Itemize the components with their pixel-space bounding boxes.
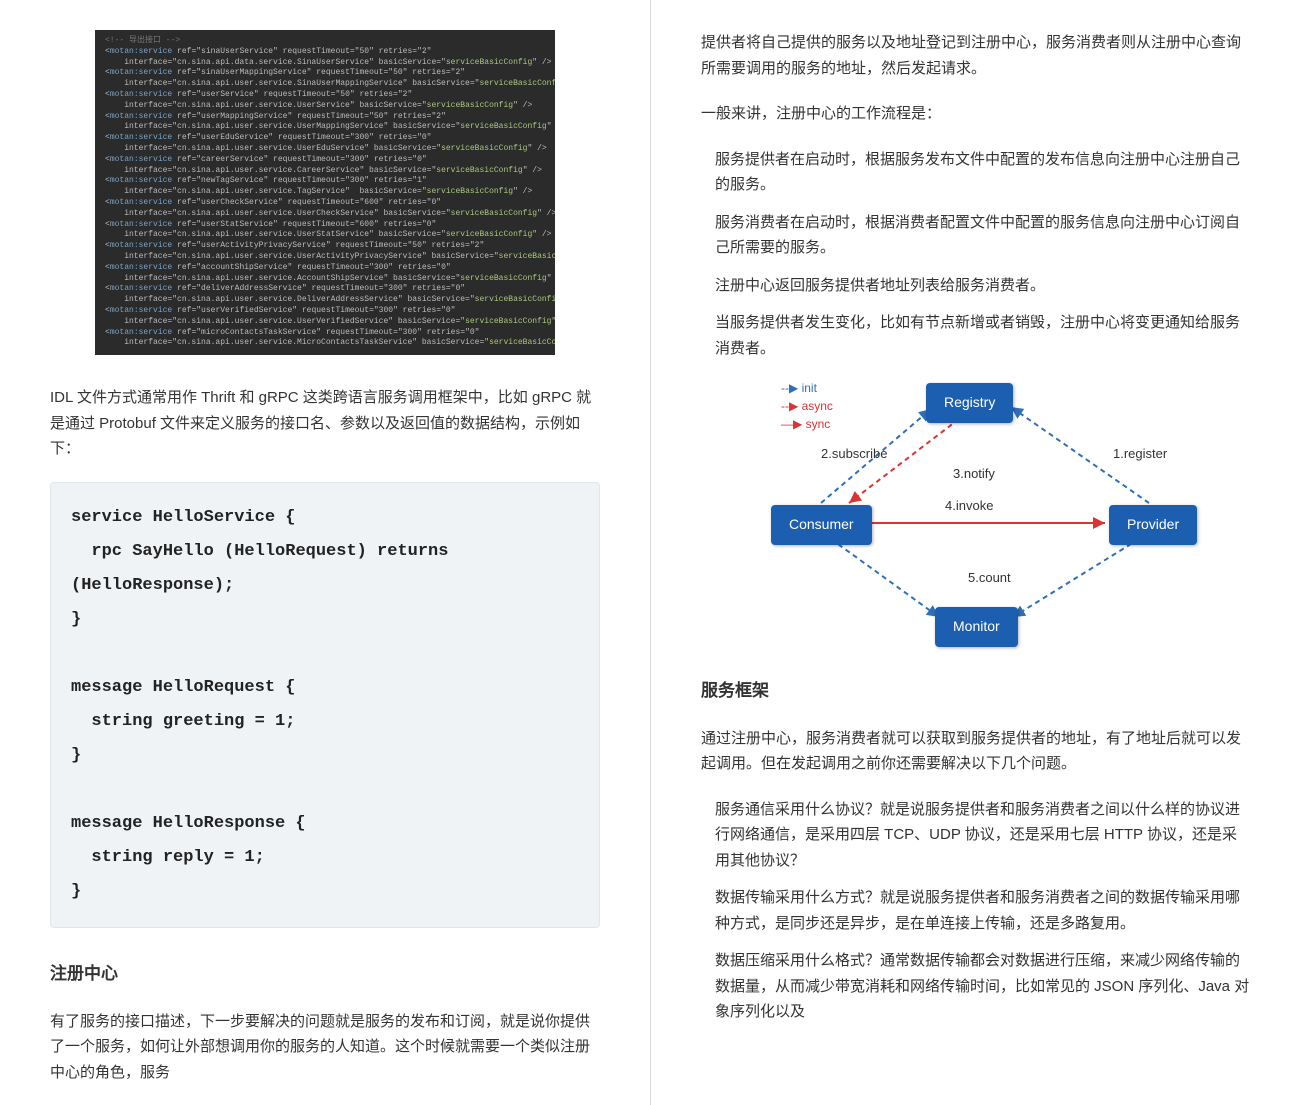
registry-diagram: --▶ init --▶ async —▶ sync Registry Cons… [721,377,1231,647]
label-register: 1.register [1113,443,1167,465]
framework-item: 数据传输采用什么方式？就是说服务提供者和服务消费者之间的数据传输采用哪种方式，是… [715,885,1251,936]
diagram-legend: --▶ init --▶ async —▶ sync [781,379,833,433]
label-notify: 3.notify [953,463,995,485]
legend-init: --▶ init [781,379,833,397]
flow-list: 服务提供者在启动时，根据服务发布文件中配置的发布信息向注册中心注册自己的服务。服… [701,147,1251,362]
node-registry: Registry [926,383,1013,423]
flow-item: 当服务提供者发生变化，比如有节点新增或者销毁，注册中心将变更通知给服务消费者。 [715,310,1251,361]
idl-paragraph: IDL 文件方式通常用作 Thrift 和 gRPC 这类跨语言服务调用框架中，… [50,385,600,462]
framework-item: 数据压缩采用什么格式？通常数据传输都会对数据进行压缩，来减少网络传输的数据量，从… [715,948,1251,1025]
heading-framework: 服务框架 [701,677,1251,706]
protobuf-code-block: service HelloService { rpc SayHello (Hel… [50,482,600,928]
framework-item: 服务通信采用什么协议？就是说服务提供者和服务消费者之间以什么样的协议进行网络通信… [715,797,1251,874]
label-subscribe: 2.subscribe [821,443,887,465]
flow-intro-paragraph: 一般来讲，注册中心的工作流程是： [701,101,1251,127]
label-invoke: 4.invoke [945,495,993,517]
node-consumer: Consumer [771,505,872,545]
provider-paragraph: 提供者将自己提供的服务以及地址登记到注册中心，服务消费者则从注册中心查询所需要调… [701,30,1251,81]
registry-paragraph: 有了服务的接口描述，下一步要解决的问题就是服务的发布和订阅，就是说你提供了一个服… [50,1009,600,1086]
xml-config-image: <!-- 导出接口 --> <motan:service ref="sinaUs… [95,30,555,355]
flow-item: 注册中心返回服务提供者地址列表给服务消费者。 [715,273,1251,299]
label-count: 5.count [968,567,1011,589]
heading-registry: 注册中心 [50,960,600,989]
framework-paragraph: 通过注册中心，服务消费者就可以获取到服务提供者的地址，有了地址后就可以发起调用。… [701,726,1251,777]
node-provider: Provider [1109,505,1197,545]
right-column: 提供者将自己提供的服务以及地址登记到注册中心，服务消费者则从注册中心查询所需要调… [651,0,1301,1105]
framework-list: 服务通信采用什么协议？就是说服务提供者和服务消费者之间以什么样的协议进行网络通信… [701,797,1251,1025]
flow-item: 服务提供者在启动时，根据服务发布文件中配置的发布信息向注册中心注册自己的服务。 [715,147,1251,198]
page: <!-- 导出接口 --> <motan:service ref="sinaUs… [0,0,1301,1105]
left-column: <!-- 导出接口 --> <motan:service ref="sinaUs… [0,0,651,1105]
node-monitor: Monitor [935,607,1018,647]
legend-sync: —▶ sync [781,415,833,433]
flow-item: 服务消费者在启动时，根据消费者配置文件中配置的服务信息向注册中心订阅自己所需要的… [715,210,1251,261]
legend-async: --▶ async [781,397,833,415]
